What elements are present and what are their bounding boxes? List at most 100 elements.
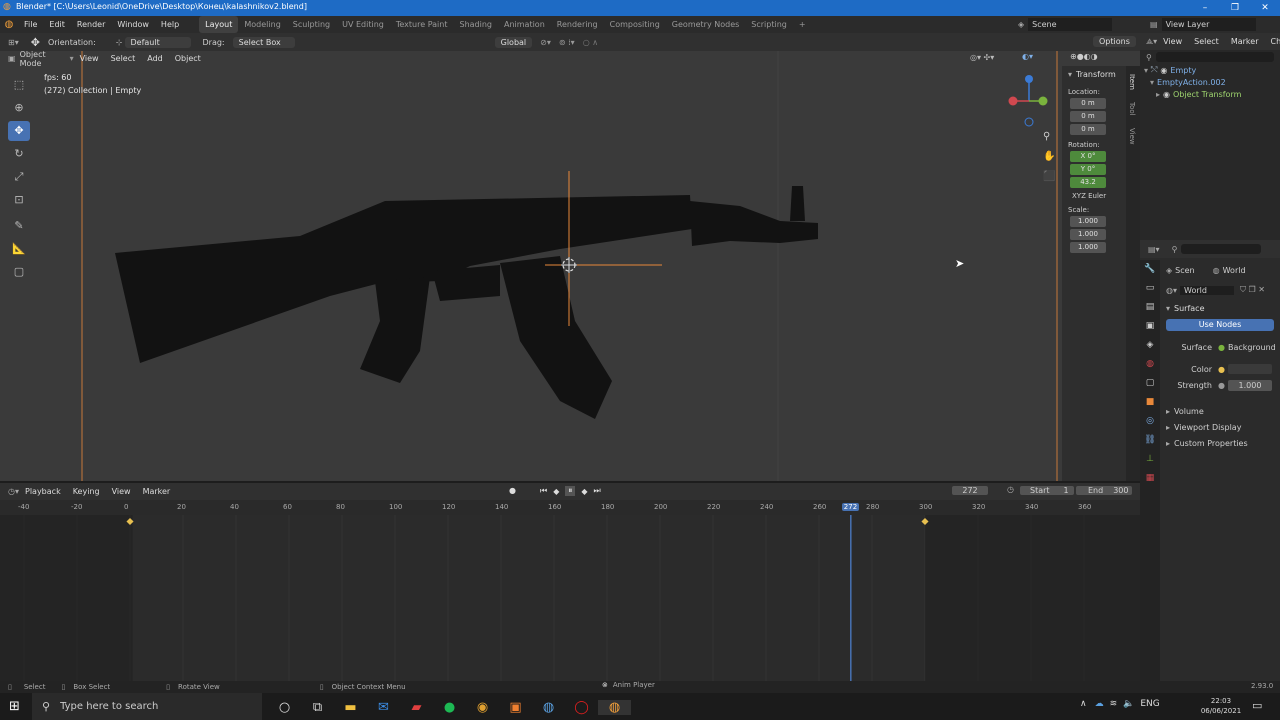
properties-type-icon[interactable]: ▤▾	[1148, 245, 1160, 254]
snap-icon[interactable]: ⊚ ⁞▾	[559, 38, 575, 47]
transform-section-title[interactable]: Transform	[1076, 70, 1116, 79]
data-tab-icon[interactable]: ⊥	[1140, 450, 1160, 469]
scale-y-field[interactable]: 1.000	[1070, 229, 1106, 240]
zoom-icon[interactable]: ⚲	[1043, 131, 1050, 142]
jump-end-icon[interactable]: ⏭	[594, 486, 601, 496]
timeline-body[interactable]	[0, 515, 1140, 681]
task-view-icon[interactable]: ⧉	[301, 700, 334, 715]
chevron-right-icon[interactable]: ▸	[1166, 407, 1170, 416]
chevron-down-icon[interactable]: ▾	[1166, 304, 1170, 313]
use-nodes-button[interactable]: Use Nodes	[1166, 319, 1274, 331]
spotify-icon[interactable]: ●	[433, 700, 466, 715]
menu-window[interactable]: Window	[111, 16, 155, 33]
overlay-icon[interactable]: ◐▾	[1022, 52, 1033, 61]
prev-keyframe-icon[interactable]: ◆	[553, 487, 559, 496]
pause-icon[interactable]: ⏸	[565, 486, 576, 496]
breadcrumb-scene[interactable]: Scen	[1175, 266, 1194, 275]
properties-search-input[interactable]	[1181, 244, 1262, 254]
eye-icon[interactable]: ◉	[1163, 90, 1170, 99]
texture-tab-icon[interactable]: ▦	[1140, 469, 1160, 488]
notifications-icon[interactable]: ▭	[1252, 699, 1262, 712]
object-tab-icon[interactable]: ■	[1140, 393, 1160, 412]
record-icon[interactable]: ●	[509, 486, 516, 495]
editor-type-icon[interactable]: ⊞▾	[8, 38, 19, 47]
playback-controls[interactable]: ⏮ ◆ ⏸ ◆ ⏭	[540, 486, 601, 496]
tab-scripting[interactable]: Scripting	[745, 16, 793, 33]
menu-help[interactable]: Help	[155, 16, 185, 33]
surface-section-title[interactable]: Surface	[1174, 304, 1204, 313]
chevron-down-icon[interactable]: ▾	[1068, 70, 1072, 79]
physics-tab-icon[interactable]: ◎	[1140, 412, 1160, 431]
chevron-down-icon[interactable]: ▾	[1150, 78, 1154, 87]
current-frame-field[interactable]: 272	[952, 486, 988, 495]
view-layer-tab-icon[interactable]: ▣	[1140, 317, 1160, 336]
chrome-icon[interactable]: ◉	[466, 700, 499, 715]
tray-volume-icon[interactable]: 🔈	[1123, 699, 1134, 709]
tab-rendering[interactable]: Rendering	[551, 16, 604, 33]
eye-icon[interactable]: ◉	[1160, 66, 1167, 75]
taskbar-search[interactable]: ⚲ Type here to search	[32, 693, 262, 720]
tab-sculpting[interactable]: Sculpting	[287, 16, 336, 33]
location-z-field[interactable]: 0 m	[1070, 124, 1106, 135]
scene-selector[interactable]: ◈ Scene	[1018, 18, 1113, 31]
outliner-menu-marker[interactable]: Marker	[1225, 33, 1265, 50]
constraints-tab-icon[interactable]: ⛓	[1140, 431, 1160, 450]
tray-onedrive-icon[interactable]: ☁	[1095, 699, 1104, 709]
tab-animation[interactable]: Animation	[498, 16, 551, 33]
timeline-menu-view[interactable]: View	[106, 483, 137, 500]
scene-tab-icon[interactable]: ◈	[1140, 336, 1160, 355]
world-tab-icon[interactable]: ◍	[1140, 355, 1160, 374]
surface-value[interactable]: Background	[1228, 343, 1276, 352]
rotate-tool-icon[interactable]: ↻	[8, 144, 30, 164]
chevron-right-icon[interactable]: ▸	[1156, 90, 1160, 99]
pan-hand-icon[interactable]: ✋	[1043, 151, 1055, 162]
world-name-field[interactable]: World	[1180, 285, 1234, 295]
outliner-item-action[interactable]: EmptyAction.002	[1157, 78, 1226, 87]
location-y-field[interactable]: 0 m	[1070, 111, 1106, 122]
output-tab-icon[interactable]: ▤	[1140, 298, 1160, 317]
render-tab-icon[interactable]: ▭	[1140, 279, 1160, 298]
drag-dropdown[interactable]: Select Box	[232, 36, 295, 48]
timeline-menu-marker[interactable]: Marker	[137, 483, 177, 500]
view-layer-selector[interactable]: ▤ View Layer	[1150, 18, 1256, 31]
color-swatch[interactable]	[1227, 364, 1272, 374]
outliner-menu-select[interactable]: Select	[1188, 33, 1225, 50]
menu-render[interactable]: Render	[71, 16, 111, 33]
end-frame-field[interactable]: End 300	[1076, 486, 1132, 495]
move-tool-icon[interactable]: ✥	[8, 121, 30, 141]
opera-icon[interactable]: ◯	[565, 700, 598, 715]
blender-menu-icon[interactable]: ◍	[0, 19, 18, 30]
transform-tool-icon[interactable]: ⊡	[8, 190, 30, 210]
tab-tool[interactable]: Tool	[1128, 102, 1136, 116]
pivot-icon[interactable]: ⊘▾	[540, 38, 551, 47]
mail-icon[interactable]: ✉	[367, 700, 400, 715]
anim-player-status[interactable]: ⊗ Anim Player	[602, 681, 655, 689]
tab-compositing[interactable]: Compositing	[604, 16, 666, 33]
tab-item[interactable]: Item	[1128, 74, 1136, 90]
timeline-type-icon[interactable]: ◷▾	[8, 487, 19, 496]
measure-tool-icon[interactable]: 📐	[8, 239, 30, 259]
tab-view[interactable]: View	[1128, 128, 1136, 145]
scale-z-field[interactable]: 1.000	[1070, 242, 1106, 253]
scale-x-field[interactable]: 1.000	[1070, 216, 1106, 227]
timeline-menu-keying[interactable]: Keying	[67, 483, 106, 500]
outliner-type-icon[interactable]: ⟁▾	[1146, 37, 1157, 47]
rotation-x-field[interactable]: X 0°	[1070, 151, 1106, 162]
tray-wifi-icon[interactable]: ≋	[1110, 699, 1118, 709]
add-cube-tool-icon[interactable]: ▢	[8, 262, 30, 282]
menu-edit[interactable]: Edit	[43, 16, 71, 33]
viewport-menu-object[interactable]: Object	[169, 51, 207, 66]
world-datablock-icons[interactable]: ⛉ ❐ ✕	[1240, 285, 1265, 295]
minimize-button[interactable]: –	[1190, 0, 1220, 16]
outliner-menu-channel[interactable]: Cha	[1264, 33, 1280, 50]
menu-file[interactable]: File	[18, 16, 43, 33]
outliner-menu-view[interactable]: View	[1157, 33, 1188, 50]
tab-modeling[interactable]: Modeling	[238, 16, 286, 33]
outliner-item-empty[interactable]: Empty	[1170, 66, 1196, 75]
transform-orientation-dropdown[interactable]: Global	[494, 36, 533, 48]
orientation-dropdown[interactable]: Default	[124, 36, 191, 48]
3d-viewport[interactable]: ➤ ⚲ ✋ ⬛	[0, 51, 1140, 481]
section-volume[interactable]: Volume	[1174, 407, 1204, 416]
breadcrumb-world[interactable]: World	[1223, 266, 1246, 275]
tab-shading[interactable]: Shading	[453, 16, 498, 33]
